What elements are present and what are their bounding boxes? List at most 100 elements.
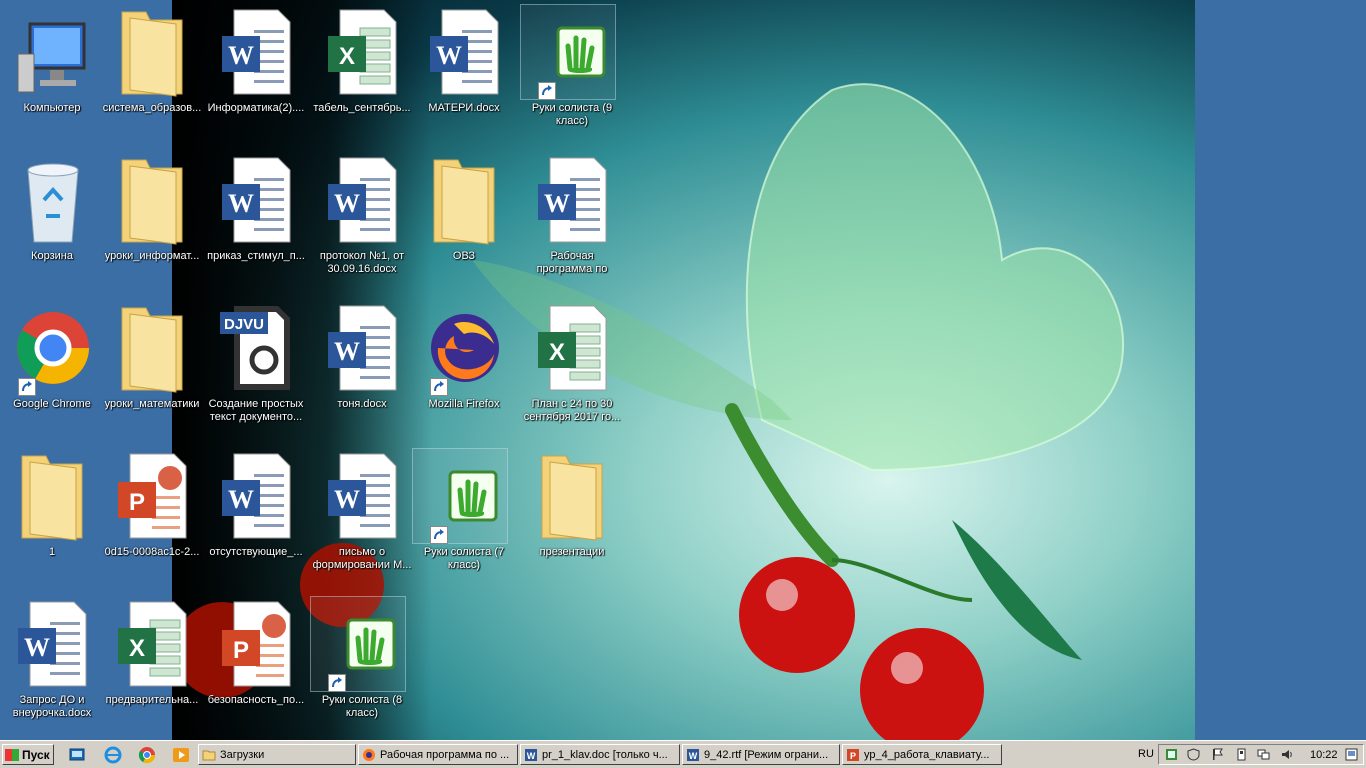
desktop-icon[interactable]: Wотсутствующие_... — [204, 446, 308, 586]
clock[interactable]: 10:22 — [1310, 749, 1338, 761]
desktop-icon-label: письмо о формировании М... — [312, 546, 412, 571]
svg-text:P: P — [233, 637, 249, 664]
shortcut-arrow-icon — [328, 674, 346, 692]
desktop-icon-label: Mozilla Firefox — [428, 398, 500, 410]
excel-icon: X — [116, 600, 190, 690]
desktop-icon[interactable]: Компьютер — [0, 2, 104, 142]
desktop-icon-label: отсутствующие_... — [209, 546, 303, 558]
svg-text:W: W — [689, 751, 698, 761]
word-icon: W — [686, 748, 700, 762]
show-desktop-icon[interactable] — [68, 746, 86, 764]
word-icon: W — [428, 8, 502, 98]
desktop-icon[interactable]: Корзина — [0, 150, 104, 290]
desktop-icon-label: приказ_стимул_п... — [207, 250, 305, 262]
desktop-icon[interactable]: W Запрос ДО и внеурочка.docx — [0, 594, 104, 734]
task-label: pr_1_klav.doc [только ч... — [542, 748, 668, 761]
task-label: Загрузки — [220, 748, 265, 761]
desktop-icon[interactable]: P 0d15-0008ac1c-2... — [100, 446, 204, 586]
desktop-icon[interactable]: Wпротокол №1, от 30.09.16.docx — [310, 150, 414, 290]
svg-text:W: W — [228, 41, 254, 70]
word-icon: W — [16, 600, 90, 690]
folder-icon — [536, 452, 610, 542]
desktop-icon-label: ОВЗ — [452, 250, 476, 262]
desktop-icon[interactable]: Wприказ_стимул_п... — [204, 150, 308, 290]
svg-text:W: W — [228, 485, 254, 514]
word-icon: W — [220, 8, 294, 98]
task-label: 9_42.rtf [Режим ограни... — [704, 748, 829, 761]
task-word-pr1[interactable]: W pr_1_klav.doc [только ч... — [520, 744, 680, 765]
desktop-icon-label: 1 — [48, 546, 56, 558]
svg-text:W: W — [436, 41, 462, 70]
desktop-icon[interactable]: Руки солиста (7 класс) — [412, 446, 516, 586]
desktop-icon[interactable]: система_образов... — [100, 2, 204, 142]
desktop-icon-label: уроки_математики — [104, 398, 200, 410]
task-label: Рабочая программа по ... — [380, 748, 510, 761]
desktop-icon[interactable]: DJVU Создание простых текст документо... — [204, 298, 308, 438]
desktop-icon[interactable]: Google Chrome — [0, 298, 104, 438]
shortcut-arrow-icon — [430, 526, 448, 544]
chrome-quicklaunch-icon[interactable] — [138, 746, 156, 764]
firefox-icon — [362, 748, 376, 762]
desktop-icon[interactable]: Руки солиста (8 класс) — [310, 594, 414, 734]
desktop-icon[interactable]: Руки солиста (9 класс) — [520, 2, 624, 142]
shield-icon[interactable] — [1187, 748, 1200, 761]
desktop-icon-label: Руки солиста (7 класс) — [423, 546, 505, 571]
show-desktop-tray-icon[interactable] — [1345, 748, 1358, 761]
folder-icon — [116, 156, 190, 246]
desktop-icon-label: Запрос ДО и внеурочка.docx — [12, 694, 92, 719]
computer-icon — [16, 8, 90, 98]
language-indicator[interactable]: RU — [1138, 748, 1154, 760]
excel-icon: X — [326, 8, 400, 98]
firefox-icon — [428, 304, 502, 396]
desktop-icon[interactable]: Wтоня.docx — [310, 298, 414, 438]
keyboard-icon[interactable] — [1165, 748, 1178, 761]
volume-icon[interactable] — [1281, 748, 1294, 761]
desktop-icon-label: безопасность_по... — [207, 694, 305, 706]
app-hand-icon — [326, 600, 400, 692]
desktop-icon[interactable]: Xпредварительна... — [100, 594, 204, 734]
desktop-icon[interactable]: Pбезопасность_по... — [204, 594, 308, 734]
usb-device-icon[interactable] — [1235, 748, 1248, 761]
desktop-icon-label: Информатика(2).... — [207, 102, 305, 114]
flag-icon[interactable] — [1211, 748, 1224, 761]
taskbar: Пуск Загрузки Рабочая программа по ... W… — [0, 740, 1366, 768]
desktop-icon[interactable]: W МАТЕРИ.docx — [412, 2, 516, 142]
task-downloads[interactable]: Загрузки — [198, 744, 356, 765]
network-icon[interactable] — [1257, 748, 1270, 761]
folder-icon — [16, 452, 90, 542]
word-icon: W — [536, 156, 610, 246]
desktop-icon[interactable]: 1 — [0, 446, 104, 586]
word-icon: W — [220, 156, 294, 246]
desktop-icon[interactable]: уроки_информат... — [100, 150, 204, 290]
desktop-icon-label: МАТЕРИ.docx — [428, 102, 500, 114]
start-button[interactable]: Пуск — [2, 744, 54, 765]
shortcut-arrow-icon — [430, 378, 448, 396]
internet-explorer-icon[interactable] — [104, 746, 122, 764]
task-firefox[interactable]: Рабочая программа по ... — [358, 744, 518, 765]
desktop-icon-label: 0d15-0008ac1c-2... — [104, 546, 200, 558]
desktop-icon-label: Руки солиста (8 класс) — [321, 694, 403, 719]
task-powerpoint[interactable]: P ур_4_работа_клавиату... — [842, 744, 1002, 765]
desktop-icon[interactable]: Wписьмо о формировании М... — [310, 446, 414, 586]
desktop-icon[interactable]: уроки_математики — [100, 298, 204, 438]
svg-text:X: X — [339, 43, 355, 70]
media-player-icon[interactable] — [172, 746, 190, 764]
desktop-icon[interactable]: Mozilla Firefox — [412, 298, 516, 438]
desktop-icon-label: Google Chrome — [13, 398, 91, 410]
word-icon: W — [220, 452, 294, 542]
desktop-icon[interactable]: W Рабочая программа по информатике ... — [520, 150, 624, 290]
desktop-icon[interactable]: презентации — [520, 446, 624, 586]
desktop-icon[interactable]: X План с 24 по 30 сентября 2017 го... — [520, 298, 624, 438]
svg-text:W: W — [24, 633, 50, 662]
desktop-icon-label: система_образов... — [102, 102, 202, 114]
powerpoint-icon: P — [116, 452, 190, 542]
desktop-icon-label: уроки_информат... — [104, 250, 200, 262]
svg-text:X: X — [129, 635, 145, 662]
folder-icon — [202, 748, 216, 762]
desktop-icon[interactable]: W Информатика(2).... — [204, 2, 308, 142]
desktop-icon[interactable]: Xтабель_сентябрь... — [310, 2, 414, 142]
task-word-942[interactable]: W 9_42.rtf [Режим ограни... — [682, 744, 840, 765]
word-icon: W — [326, 452, 400, 542]
desktop-icon[interactable]: ОВЗ — [412, 150, 516, 290]
recycle-bin-icon — [16, 156, 90, 246]
